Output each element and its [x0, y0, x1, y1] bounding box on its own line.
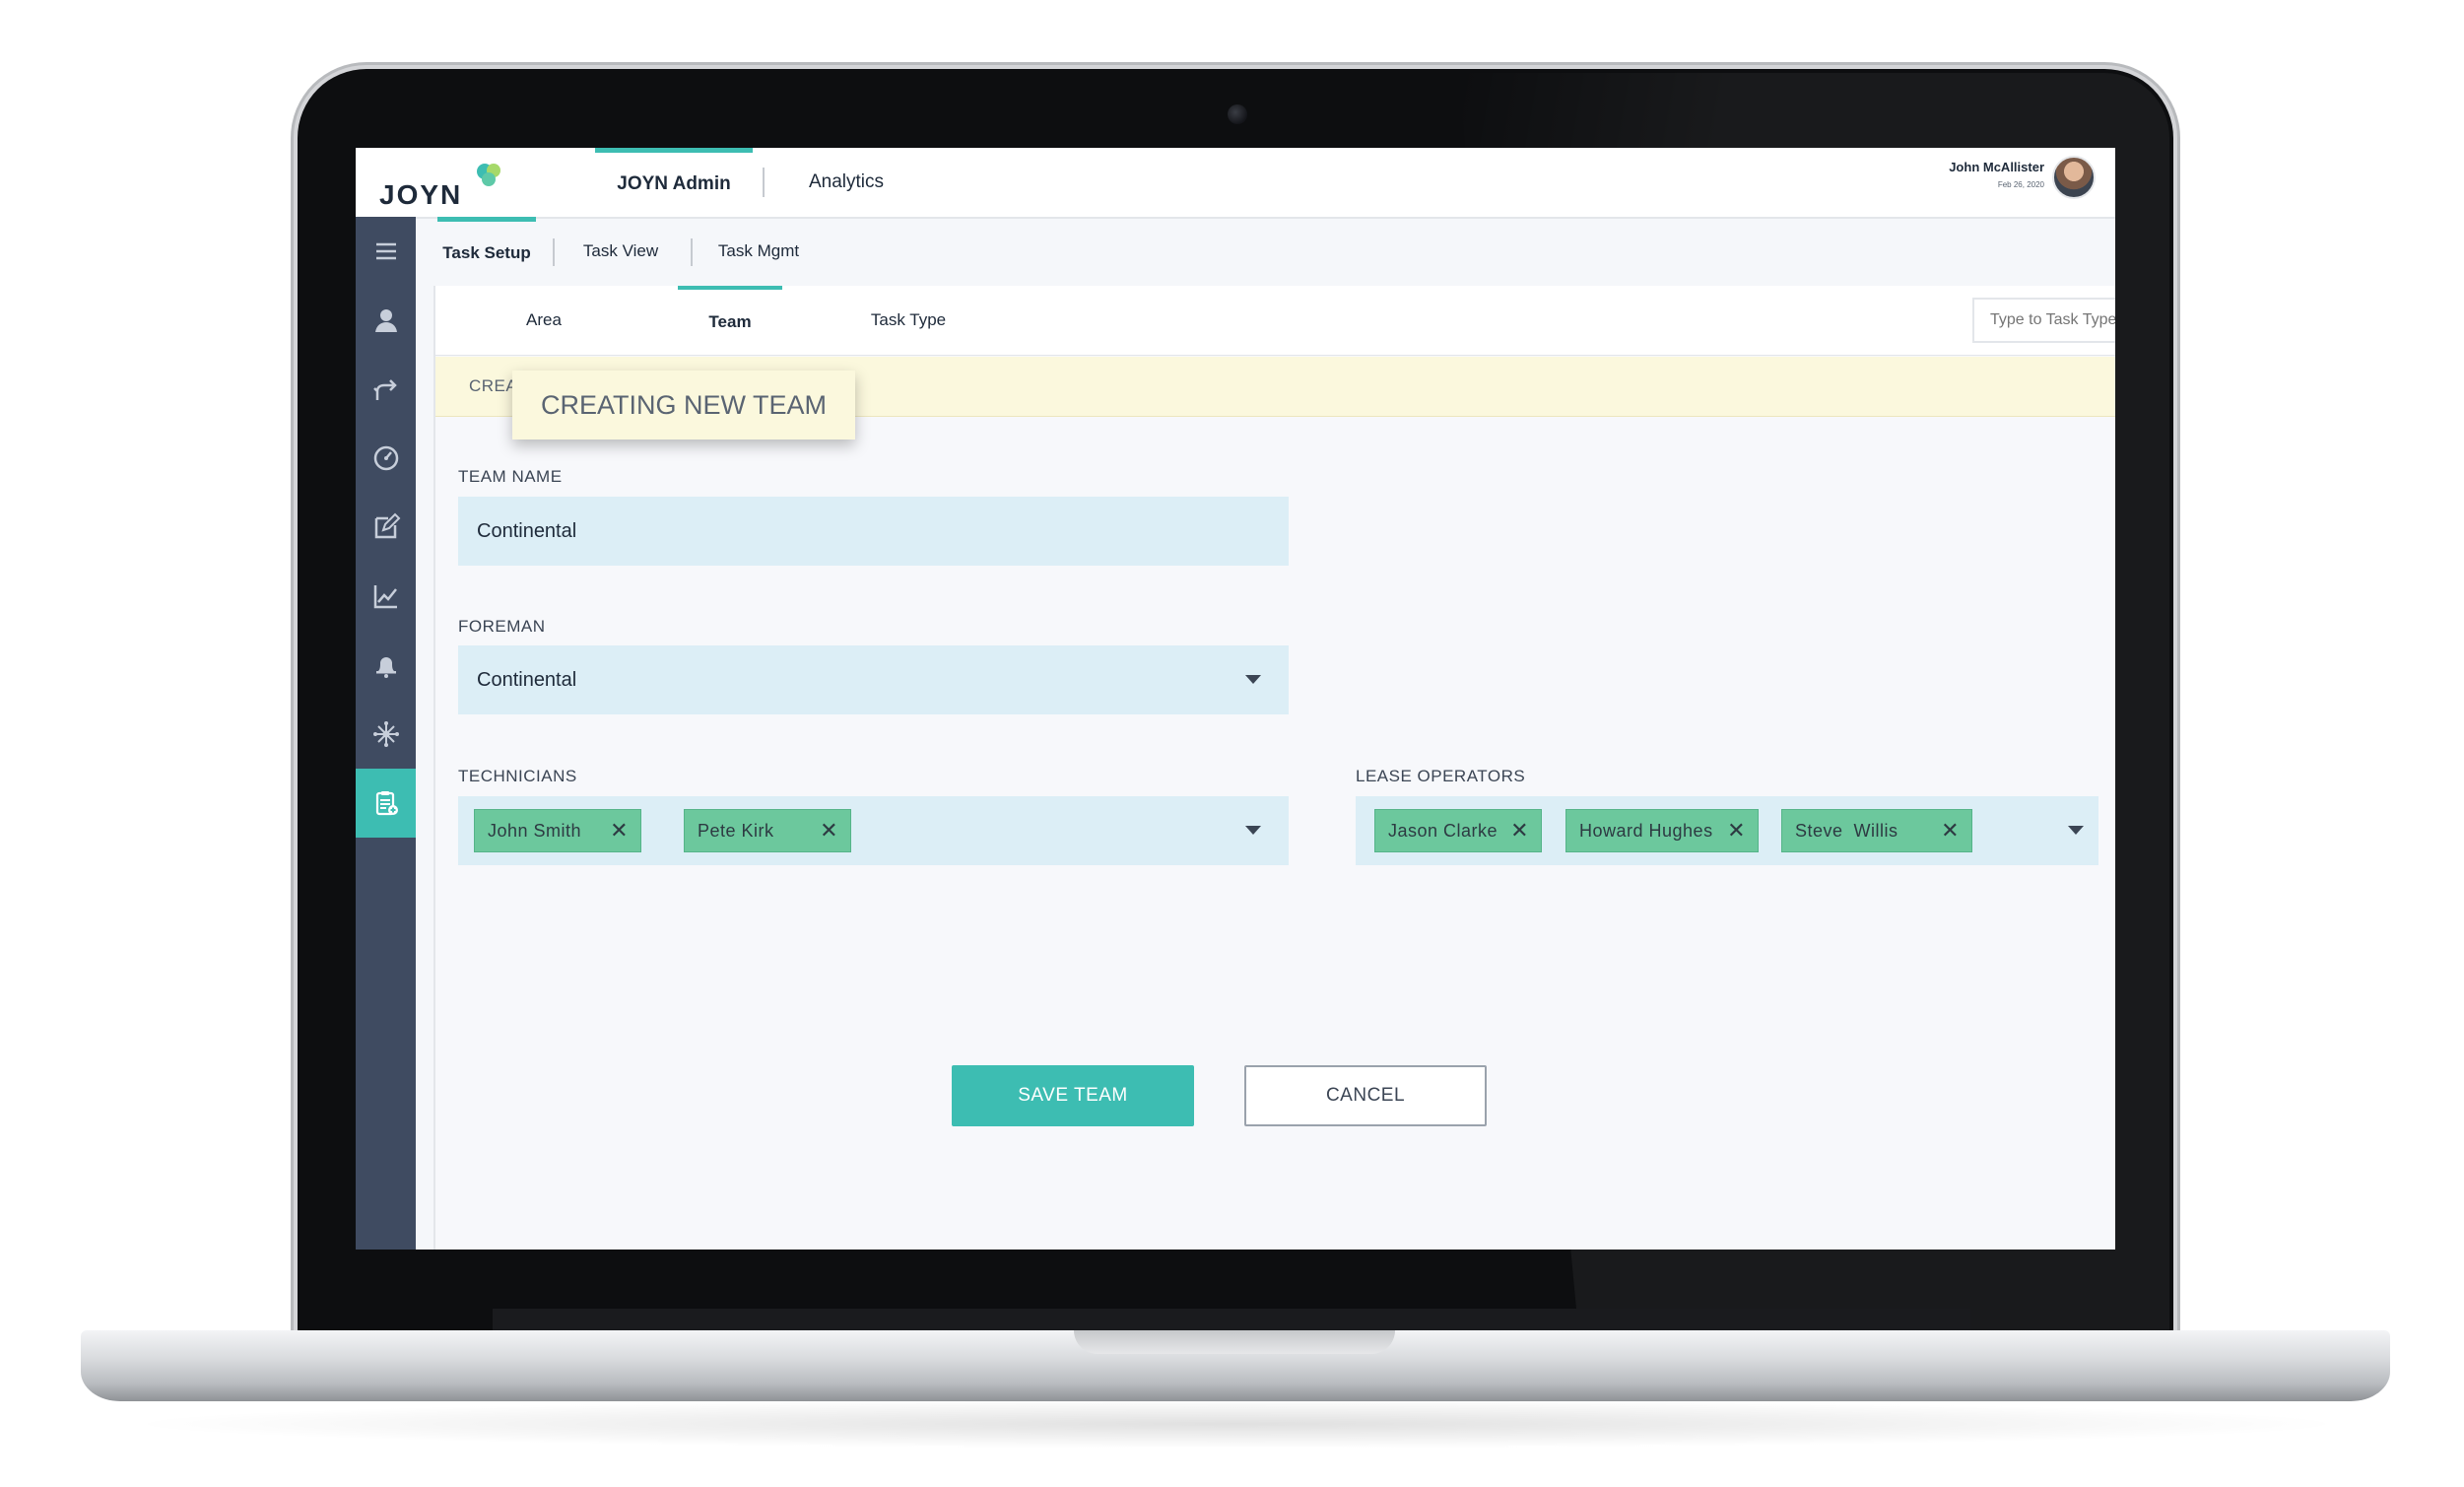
- tab-team[interactable]: Team: [678, 286, 782, 359]
- chip-label: Howard Hughes: [1579, 821, 1713, 841]
- lease-operators-label: LEASE OPERATORS: [1356, 767, 1526, 785]
- tab-joyn-admin[interactable]: JOYN Admin: [595, 148, 753, 222]
- close-icon[interactable]: ✕: [1727, 810, 1746, 851]
- sidebar-item-network[interactable]: [356, 700, 416, 769]
- tab-task-setup[interactable]: Task Setup: [437, 217, 536, 291]
- tab-divider: [763, 168, 765, 197]
- lease-operator-chip: Jason Clarke ✕: [1374, 809, 1542, 852]
- logo-mark-icon: [477, 164, 500, 186]
- sidebar-item-task-setup[interactable]: [356, 769, 416, 838]
- tab-analytics[interactable]: Analytics: [785, 148, 907, 217]
- user-name[interactable]: John McAllister: [1949, 160, 2044, 174]
- foreman-select[interactable]: Continental: [458, 645, 1289, 714]
- team-panel: Area Team Task Type CREA CREATING NEW TE…: [433, 286, 2115, 1250]
- technician-chip: John Smith ✕: [474, 809, 641, 852]
- user-icon: [374, 309, 397, 332]
- close-icon[interactable]: ✕: [1510, 810, 1529, 851]
- user-avatar[interactable]: [2052, 156, 2096, 199]
- close-icon[interactable]: ✕: [610, 810, 629, 851]
- clipboard-icon: [375, 791, 398, 816]
- cancel-button[interactable]: CANCEL: [1244, 1065, 1487, 1126]
- subtab-divider: [691, 238, 693, 266]
- top-bar: JOYN JOYN Admin Analytics John McAlliste…: [356, 148, 2115, 219]
- technicians-select[interactable]: John Smith ✕ Pete Kirk ✕: [458, 796, 1289, 865]
- tab-area[interactable]: Area: [495, 286, 593, 355]
- close-icon[interactable]: ✕: [820, 810, 838, 851]
- subtab-divider: [553, 238, 555, 266]
- webcam: [1228, 104, 1247, 124]
- chevron-down-icon[interactable]: [2068, 826, 2084, 835]
- bell-icon: [375, 657, 396, 678]
- tab-task-view[interactable]: Task View: [566, 217, 676, 286]
- foreman-label: FOREMAN: [458, 617, 546, 636]
- chip-label: Steve Willis: [1795, 821, 1898, 841]
- chevron-down-icon[interactable]: [1245, 675, 1261, 684]
- technicians-label: TECHNICIANS: [458, 767, 577, 785]
- sub-tabs: Task Setup Task View Task Mgmt: [416, 217, 2115, 286]
- laptop-notch: [1074, 1330, 1395, 1354]
- laptop-shadow: [118, 1399, 2355, 1449]
- tab-task-type[interactable]: Task Type: [844, 286, 972, 355]
- gauge-icon: [373, 445, 398, 471]
- technician-chip: Pete Kirk ✕: [684, 809, 851, 852]
- sidebar-item-menu[interactable]: [356, 217, 416, 286]
- lease-operator-chip: Steve Willis ✕: [1781, 809, 1972, 852]
- panel-tabs: Area Team Task Type: [435, 286, 2115, 356]
- chevron-down-icon[interactable]: [1245, 826, 1261, 835]
- banner-text: CREA: [469, 376, 518, 395]
- sidebar-item-edit[interactable]: [356, 493, 416, 562]
- sidebar-item-alerts[interactable]: [356, 631, 416, 700]
- route-icon: [372, 379, 397, 400]
- chip-label: Jason Clarke: [1388, 821, 1498, 841]
- app-screen: JOYN JOYN Admin Analytics John McAlliste…: [356, 148, 2115, 1250]
- joyn-logo[interactable]: JOYN: [379, 162, 500, 213]
- team-name-label: TEAM NAME: [458, 467, 563, 486]
- close-icon[interactable]: ✕: [1941, 810, 1960, 851]
- chip-label: Pete Kirk: [698, 821, 774, 841]
- user-date: Feb 26, 2020: [1997, 180, 2044, 189]
- foreman-value: Continental: [477, 669, 577, 691]
- sidebar-item-users[interactable]: [356, 286, 416, 355]
- laptop-hinge: [493, 1309, 1970, 1332]
- save-team-button[interactable]: SAVE TEAM: [952, 1065, 1194, 1126]
- menu-icon: [375, 242, 396, 260]
- sidebar-item-dashboard[interactable]: [356, 424, 416, 493]
- search-input[interactable]: [1972, 298, 2115, 343]
- network-icon: [372, 721, 399, 747]
- chart-icon: [373, 585, 397, 609]
- sidebar-item-routes[interactable]: [356, 355, 416, 424]
- creating-team-tooltip: CREATING NEW TEAM: [512, 371, 855, 439]
- logo-text: JOYN: [379, 179, 463, 210]
- lease-operators-select[interactable]: Jason Clarke ✕ Howard Hughes ✕ Steve Wil…: [1356, 796, 2098, 865]
- tab-task-mgmt[interactable]: Task Mgmt: [703, 217, 814, 286]
- sidebar-item-analytics[interactable]: [356, 562, 416, 631]
- team-name-input[interactable]: Continental: [458, 497, 1289, 566]
- chip-label: John Smith: [488, 821, 582, 841]
- edit-icon: [374, 512, 400, 539]
- lease-operator-chip: Howard Hughes ✕: [1565, 809, 1759, 852]
- sidebar: [356, 217, 416, 1250]
